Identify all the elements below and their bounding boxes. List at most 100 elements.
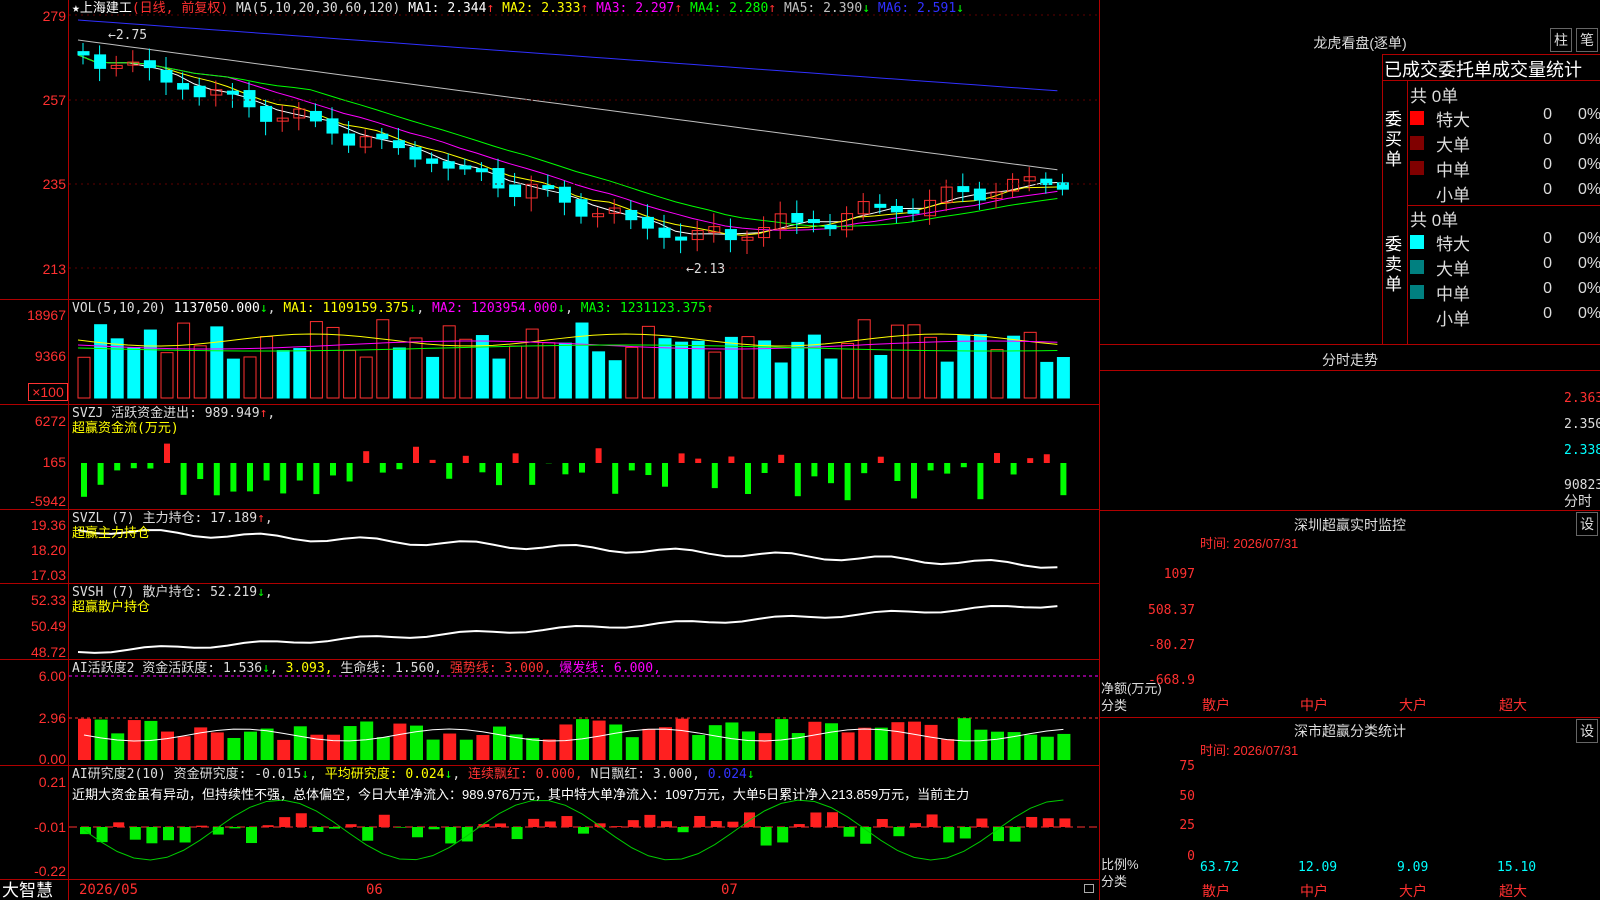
activity-bar (1057, 733, 1071, 760)
flow-bar (496, 463, 502, 486)
volume-bar (359, 356, 373, 399)
flow-bar (678, 453, 685, 463)
activity-bar (476, 735, 490, 760)
volume-bar (426, 356, 440, 399)
ai1-axis-label: 0.00 (38, 751, 66, 767)
lock-icon[interactable] (1084, 884, 1094, 893)
sz-category-label: 散户 (1202, 697, 1230, 713)
sz-monitor-title: 深圳超赢实时监控 (1294, 517, 1406, 533)
svsh-subtitle: 超赢散户持仓 (72, 600, 151, 615)
volume-bar (326, 326, 340, 399)
flow-bar (180, 463, 187, 495)
volume-bar (675, 341, 689, 399)
research-bar (661, 821, 672, 827)
research-bar (943, 827, 955, 843)
buy-row-name: 特大 (1436, 111, 1470, 130)
research-bar (345, 824, 357, 827)
sell-color-swatch (1410, 310, 1424, 324)
flow-bar (446, 463, 453, 479)
activity-bar (559, 724, 573, 760)
research-bar (710, 821, 722, 827)
period-label[interactable]: (日线, 前复权) (132, 1, 228, 16)
divider (1099, 510, 1600, 511)
svzl-header: SVZL (7) 主力持仓: 17.189↑, (72, 511, 273, 526)
flow-bar (479, 463, 486, 473)
research-bar (627, 820, 639, 827)
activity-bar (758, 733, 772, 760)
flow-bar (346, 463, 353, 482)
candle-body (509, 184, 522, 198)
sz-axis-label: 1097 (1163, 567, 1195, 582)
flow-bar (861, 463, 868, 474)
volume-bar (957, 334, 971, 399)
flow-bar (1043, 454, 1050, 463)
volume-bar (492, 358, 506, 399)
research-bar (561, 816, 573, 827)
sc-pct-label: 63.72 (1200, 860, 1240, 875)
activity-bar (592, 720, 606, 760)
volume-bar (309, 321, 323, 399)
panel-separator (0, 299, 1100, 300)
candle-body (409, 147, 422, 160)
sc-stats-title: 深市超赢分类统计 (1294, 723, 1406, 739)
sell-orders-label: 委卖单 (1385, 235, 1402, 294)
activity-bar (443, 733, 457, 760)
activity-bar (293, 726, 307, 760)
ma-values: MA1: 2.344↑ MA2: 2.333↑ MA3: 2.297↑ MA4:… (408, 1, 964, 16)
candle-body (575, 199, 588, 217)
candle-body (791, 213, 804, 223)
research-bar (677, 827, 689, 833)
volume-bar (77, 356, 91, 399)
price-axis-label: 235 (42, 176, 66, 192)
svsh-axis-label: 52.33 (30, 592, 66, 608)
volume-bar (874, 354, 888, 399)
ma-params: MA(5,10,20,30,60,120) (235, 1, 401, 16)
date-label: 07 (721, 882, 738, 898)
date-label: 06 (366, 882, 383, 898)
candle-body (160, 69, 173, 83)
tick-mode-button[interactable]: 笔 (1576, 28, 1598, 52)
activity-bar (78, 718, 91, 760)
ai2-axis-label: -0.01 (34, 819, 66, 835)
sc-settings-button[interactable]: 设 (1576, 719, 1598, 743)
volume-bar (625, 346, 639, 399)
bar-mode-button[interactable]: 柱 (1550, 28, 1572, 52)
star-icon[interactable]: ★ (72, 1, 80, 16)
panel-separator (0, 509, 1100, 510)
flow-bar (97, 463, 104, 485)
sell-row-pct: 0% (1578, 280, 1600, 297)
activity-bar (858, 727, 872, 760)
research-bar (1026, 816, 1038, 827)
flow-bar (213, 463, 220, 496)
research-bar (578, 827, 589, 834)
activity-bar (360, 721, 374, 760)
research-bar (893, 827, 905, 837)
activity-bar (924, 724, 938, 760)
buy-row-name: 大单 (1436, 136, 1470, 155)
buy-color-swatch (1410, 136, 1424, 150)
research-bar (544, 821, 556, 827)
activity-bar (708, 725, 722, 760)
candle-body (193, 85, 206, 98)
svzj-header: SVZJ 活跃资金进出: 989.949↑, (72, 406, 276, 421)
research-bar (827, 812, 838, 827)
svzj-subtitle: 超赢资金流(万元) (72, 421, 179, 436)
activity-bar (94, 719, 108, 760)
flow-bar (197, 463, 204, 480)
volume-bar (525, 328, 539, 399)
retail-line (77, 605, 1058, 654)
lhkp-title: 龙虎看盘(逐单) (1313, 35, 1407, 51)
flow-bar (147, 463, 154, 469)
buy-row-name: 中单 (1436, 161, 1470, 180)
sc-pct-label: 9.09 (1397, 860, 1429, 875)
low-price-mark: ←2.13 (686, 262, 726, 277)
candle-body (243, 90, 256, 108)
order-stats-title: 已成交委托单成交量统计 (1384, 60, 1582, 80)
research-bar (461, 827, 473, 842)
sz-settings-button[interactable]: 设 (1576, 512, 1598, 536)
volume-bar (260, 336, 274, 399)
vol-unit-label[interactable]: ×100 (28, 383, 68, 401)
volume-bar (127, 346, 141, 399)
activity-bar (841, 732, 855, 760)
sell-row-name: 中单 (1436, 285, 1470, 304)
